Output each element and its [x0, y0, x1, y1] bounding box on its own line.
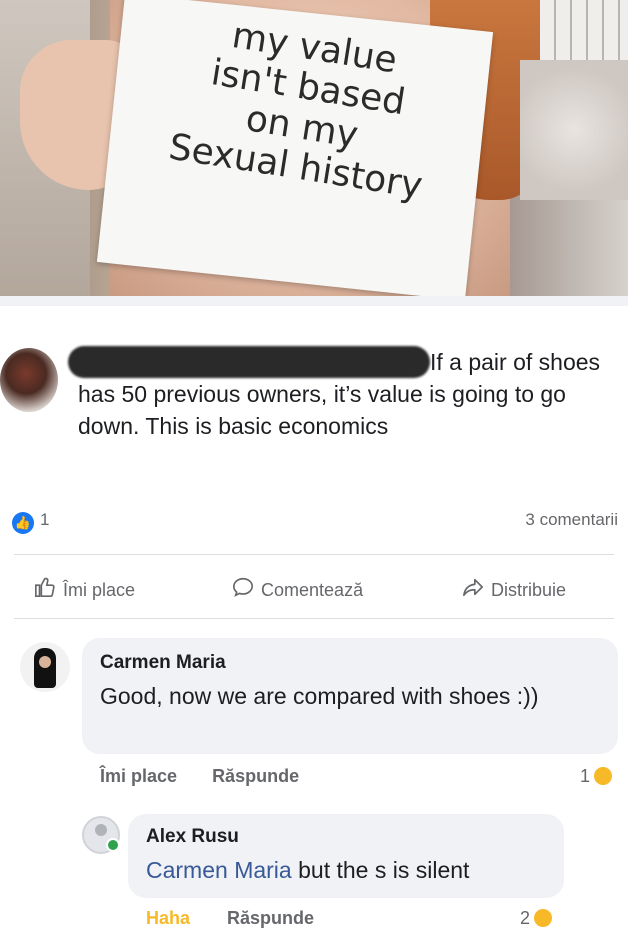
reply-text-body: but the s is silent — [291, 857, 470, 883]
avatar-figure — [34, 648, 56, 688]
avatar-face — [39, 656, 51, 668]
reply-bubble: Alex Rusu Carmen Maria but the s is sile… — [128, 814, 564, 898]
like-reaction-icon[interactable]: 👍 — [12, 512, 34, 534]
comment-bubble: Carmen Maria Good, now we are compared w… — [82, 638, 618, 754]
post-photo[interactable]: my value isn't based on my Sexual histor… — [0, 0, 628, 296]
like-button-label: Îmi place — [63, 580, 136, 600]
comment-button[interactable]: Comentează — [232, 576, 363, 604]
thumbs-up-icon — [34, 576, 58, 604]
post-stats: 👍 1 3 comentarii — [0, 502, 628, 538]
avatar-placeholder-head — [95, 824, 107, 836]
reply-text: Carmen Maria but the s is silent — [146, 854, 469, 886]
reply-reaction-count: 2 — [520, 908, 531, 928]
section-divider — [0, 296, 628, 306]
comment-actions: Îmi place Răspunde — [100, 766, 329, 787]
reply-haha-button[interactable]: Haha — [146, 908, 190, 928]
comment-text: Good, now we are compared with shoes :)) — [100, 683, 539, 709]
like-count[interactable]: 1 — [40, 510, 49, 530]
photo-pillow — [520, 60, 628, 200]
share-button-label: Distribuie — [491, 580, 567, 600]
haha-emoji-icon — [594, 767, 612, 785]
comment-reaction-count: 1 — [579, 766, 590, 786]
comment-like-button[interactable]: Îmi place — [100, 766, 177, 786]
commenter-avatar[interactable] — [20, 642, 70, 692]
reply-reaction[interactable]: 2 — [520, 908, 553, 929]
online-status-icon — [106, 838, 120, 852]
divider — [14, 618, 614, 619]
comment-icon — [232, 576, 256, 604]
post-text: If a pair of shoes has 50 previous owner… — [78, 349, 601, 439]
mention-link[interactable]: Carmen Maria — [146, 857, 292, 883]
reply-reply-button[interactable]: Răspunde — [227, 908, 314, 928]
like-button[interactable]: Îmi place — [34, 576, 135, 604]
comment-reaction[interactable]: 1 — [580, 766, 612, 787]
post-actions: Îmi place Comentează Distribuie — [0, 558, 628, 618]
divider — [14, 554, 614, 555]
comment-reply-button[interactable]: Răspunde — [212, 766, 299, 786]
post-author-avatar[interactable] — [0, 348, 58, 412]
photo-window — [540, 0, 628, 60]
reply-author[interactable]: Alex Rusu — [146, 826, 239, 848]
reply-actions: Haha Răspunde — [146, 908, 314, 929]
comment-author[interactable]: Carmen Maria — [100, 652, 226, 674]
comments-count[interactable]: 3 comentarii — [525, 510, 618, 530]
share-button[interactable]: Distribuie — [462, 576, 566, 604]
haha-emoji-icon — [534, 909, 553, 927]
comment-button-label: Comentează — [261, 580, 364, 600]
reply-author-avatar[interactable] — [82, 816, 120, 854]
share-icon — [462, 576, 486, 604]
